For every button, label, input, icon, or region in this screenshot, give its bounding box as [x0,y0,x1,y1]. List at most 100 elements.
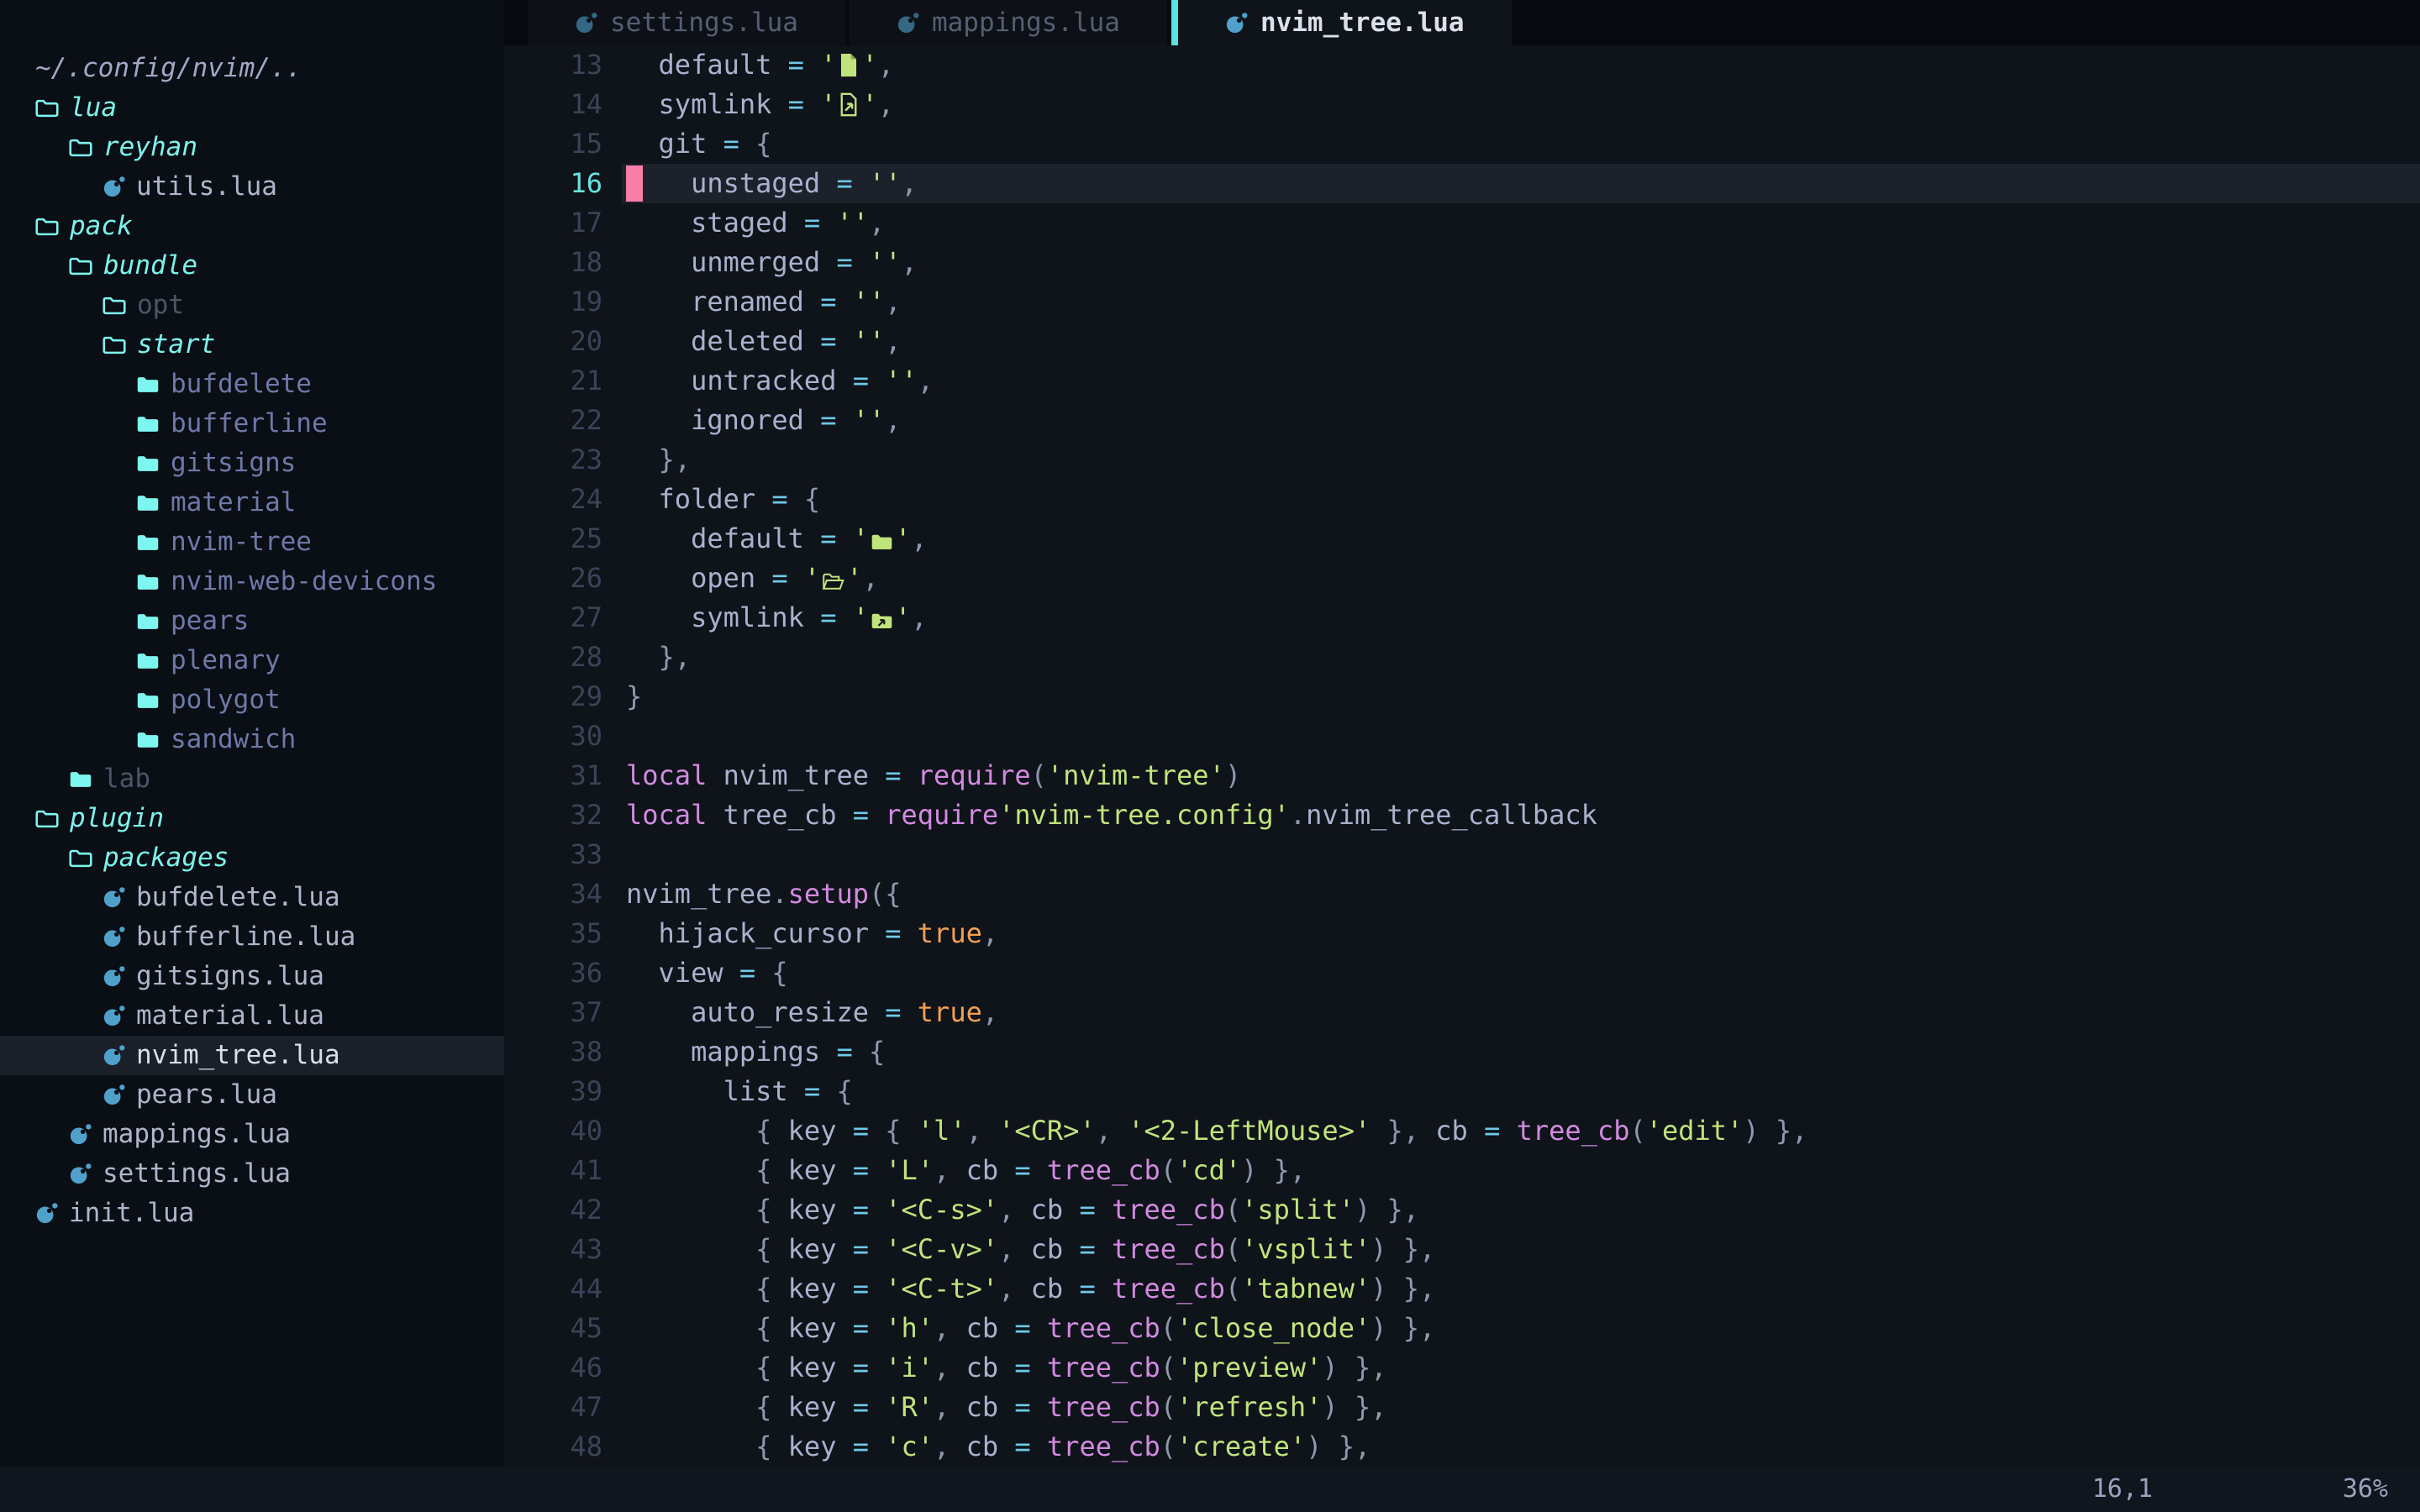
string-token: 'split' [1241,1194,1355,1226]
code-line-39[interactable]: 39 list = { [504,1072,2420,1111]
string-token: 'vsplit' [1241,1233,1370,1265]
tree-item-bundle[interactable]: bundle [0,246,504,286]
lua-file-icon [35,1202,58,1225]
code-line-48[interactable]: 48 { key = 'c', cb = tree_cb('create') }… [504,1427,2420,1467]
tree-item-bufdelete.lua[interactable]: bufdelete.lua [0,878,504,917]
code-line-14[interactable]: 14 symlink = '', [504,85,2420,124]
code-line-41[interactable]: 41 { key = 'L', cb = tree_cb('cd') }, [504,1151,2420,1190]
code-line-28[interactable]: 28 }, [504,638,2420,677]
tree-item-material[interactable]: material [0,483,504,522]
folder-open-icon [822,563,844,602]
code-text: untracked = '', [602,361,934,401]
block-cursor [626,165,643,202]
tree-item-opt[interactable]: opt [0,286,504,325]
tree-item-label: gitsigns.lua [136,957,324,996]
tree-item-sandwich[interactable]: sandwich [0,720,504,759]
line-number: 29 [504,677,602,717]
tree-item-packages[interactable]: packages [0,838,504,878]
tree-item-start[interactable]: start [0,325,504,365]
code-text: unstaged = '', [602,164,918,203]
code-token: ( [1225,1233,1241,1265]
tree-item-material.lua[interactable]: material.lua [0,996,504,1036]
code-token: { [626,1391,788,1423]
code-line-42[interactable]: 42 { key = '<C-s>', cb = tree_cb('split'… [504,1190,2420,1230]
code-line-20[interactable]: 20 deleted = '', [504,322,2420,361]
code-line-23[interactable]: 23 }, [504,440,2420,480]
code-line-18[interactable]: 18 unmerged = '', [504,243,2420,282]
code-line-46[interactable]: 46 { key = 'i', cb = tree_cb('preview') … [504,1348,2420,1388]
code-line-21[interactable]: 21 untracked = '', [504,361,2420,401]
line-number: 32 [504,795,602,835]
code-line-25[interactable]: 25 default = '', [504,519,2420,559]
code-token: symlink [626,601,804,633]
tab-settings.lua[interactable]: settings.lua [528,0,845,45]
code-line-24[interactable]: 24 folder = { [504,480,2420,519]
code-line-22[interactable]: 22 ignored = '', [504,401,2420,440]
code-line-32[interactable]: 32local tree_cb = require'nvim-tree.conf… [504,795,2420,835]
code-line-19[interactable]: 19 renamed = '', [504,282,2420,322]
tree-item-bufferline[interactable]: bufferline [0,404,504,444]
tree-item-pears.lua[interactable]: pears.lua [0,1075,504,1115]
code-line-27[interactable]: 27 symlink = '', [504,598,2420,638]
code-line-37[interactable]: 37 auto_resize = true, [504,993,2420,1032]
tree-item-pears[interactable]: pears [0,601,504,641]
code-token: mappings [626,1036,820,1068]
string-token: 'nvim-tree' [1047,759,1225,791]
tree-item-nvim-web-devicons[interactable]: nvim-web-devicons [0,562,504,601]
tree-item-gitsigns.lua[interactable]: gitsigns.lua [0,957,504,996]
code-line-40[interactable]: 40 { key = { 'l', '<CR>', '<2-LeftMouse>… [504,1111,2420,1151]
tree-item-plenary[interactable]: plenary [0,641,504,680]
tree-item-label: polygot [171,680,281,720]
code-line-33[interactable]: 33 [504,835,2420,874]
tree-item-utils.lua[interactable]: utils.lua [0,167,504,207]
tree-item-lab[interactable]: lab [0,759,504,799]
code-token: = [836,799,885,831]
code-line-36[interactable]: 36 view = { [504,953,2420,993]
code-token: ( [1160,1312,1176,1344]
code-token: key [788,1391,837,1423]
string-token: '' [853,286,886,318]
tab-mappings.lua[interactable]: mappings.lua [850,0,1167,45]
code-line-47[interactable]: 47 { key = 'R', cb = tree_cb('refresh') … [504,1388,2420,1427]
code-line-31[interactable]: 31local nvim_tree = require('nvim-tree') [504,756,2420,795]
code-token: { [626,1115,788,1147]
editor-buffer[interactable]: 13 default = '',14 symlink = '',15 git =… [504,45,2420,1467]
code-line-43[interactable]: 43 { key = '<C-v>', cb = tree_cb('vsplit… [504,1230,2420,1269]
code-line-38[interactable]: 38 mappings = { [504,1032,2420,1072]
code-line-34[interactable]: 34nvim_tree.setup({ [504,874,2420,914]
tree-item-nvim_tree.lua[interactable]: nvim_tree.lua [0,1036,504,1075]
code-token: , [902,246,918,278]
tab-nvim_tree.lua[interactable]: nvim_tree.lua [1178,0,1512,45]
tree-item-init.lua[interactable]: init.lua [0,1194,504,1233]
code-token: = [836,1115,885,1147]
code-line-35[interactable]: 35 hijack_cursor = true, [504,914,2420,953]
code-line-29[interactable]: 29} [504,677,2420,717]
code-line-13[interactable]: 13 default = '', [504,45,2420,85]
code-line-15[interactable]: 15 git = { [504,124,2420,164]
code-token: { [626,1194,788,1226]
tree-item-plugin[interactable]: plugin [0,799,504,838]
tree-item-polygot[interactable]: polygot [0,680,504,720]
tree-item-bufdelete[interactable]: bufdelete [0,365,504,404]
tree-item-mappings.lua[interactable]: mappings.lua [0,1115,504,1154]
code-text: renamed = '', [602,282,902,322]
tree-item-gitsigns[interactable]: gitsigns [0,444,504,483]
code-line-44[interactable]: 44 { key = '<C-t>', cb = tree_cb('tabnew… [504,1269,2420,1309]
tree-item-bufferline.lua[interactable]: bufferline.lua [0,917,504,957]
statusline: 16,1 36% [0,1467,2420,1512]
tree-item-nvim-tree[interactable]: nvim-tree [0,522,504,562]
code-token: }, [626,641,691,673]
tree-item-reyhan[interactable]: reyhan [0,128,504,167]
code-token: tree_cb [1047,1431,1160,1462]
tree-item-pack[interactable]: pack [0,207,504,246]
line-number: 40 [504,1111,602,1151]
code-line-17[interactable]: 17 staged = '', [504,203,2420,243]
code-token: = [1063,1233,1112,1265]
tree-item-settings.lua[interactable]: settings.lua [0,1154,504,1194]
code-line-26[interactable]: 26 open = '', [504,559,2420,598]
line-number: 19 [504,282,602,322]
tree-item-lua[interactable]: lua [0,88,504,128]
code-line-45[interactable]: 45 { key = 'h', cb = tree_cb('close_node… [504,1309,2420,1348]
code-line-30[interactable]: 30 [504,717,2420,756]
code-line-16[interactable]: 16 unstaged = '', [504,164,2420,203]
